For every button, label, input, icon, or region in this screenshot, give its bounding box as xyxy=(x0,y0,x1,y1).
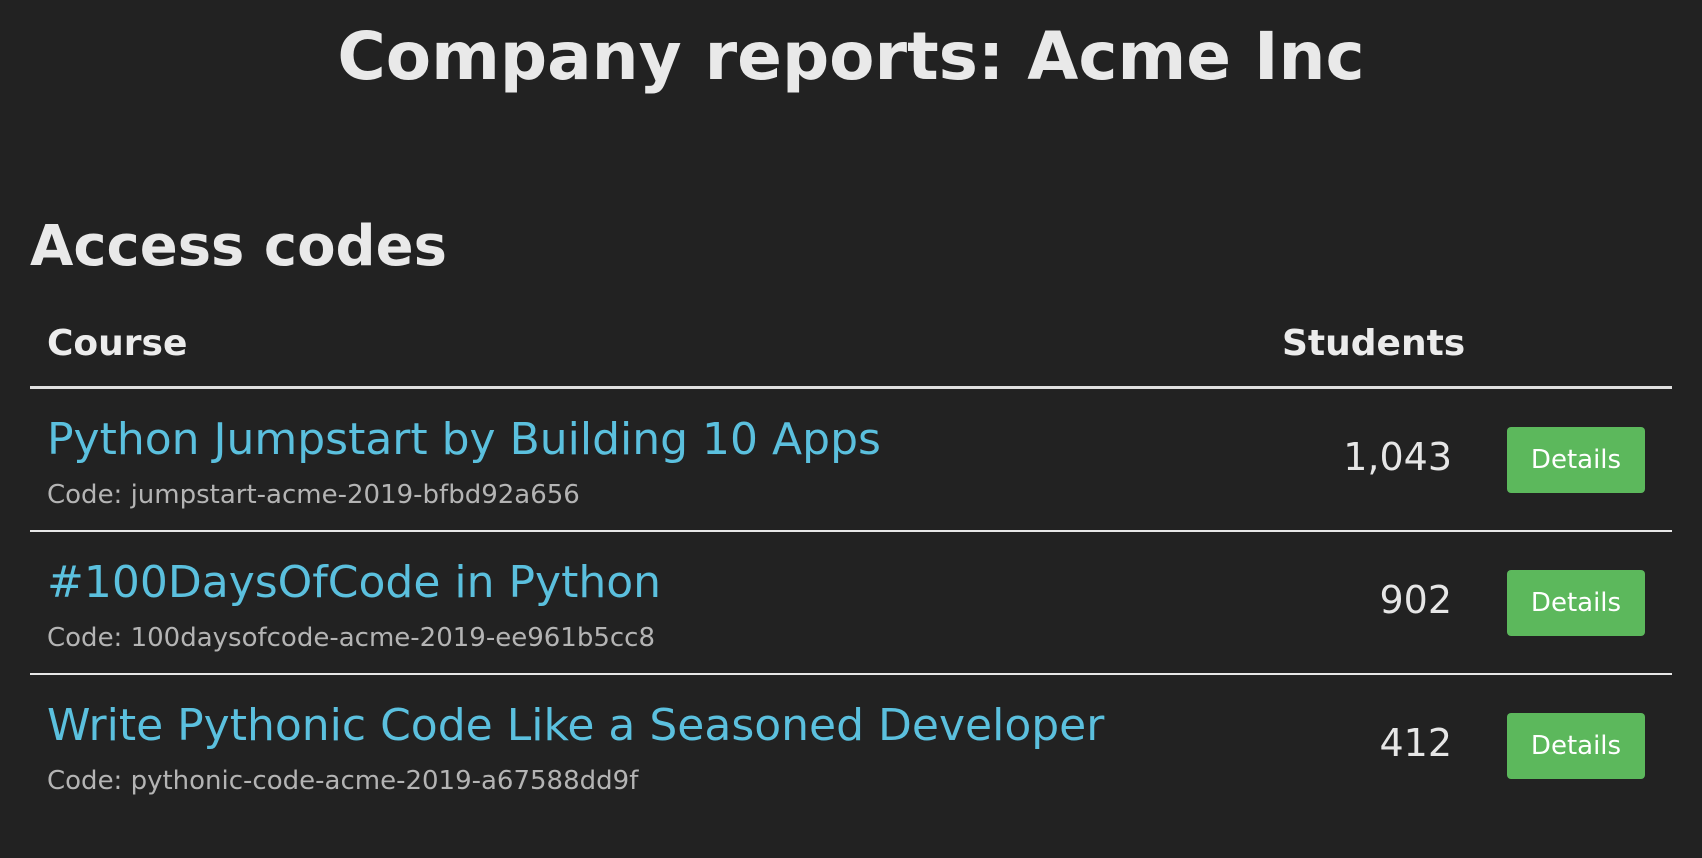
course-column-header: Course xyxy=(47,323,188,364)
students-column-header: Students xyxy=(1282,323,1466,364)
access-code: Code: 100daysofcode-acme-2019-ee961b5cc8 xyxy=(47,623,656,653)
table-row: Write Pythonic Code Like a Seasoned Deve… xyxy=(30,675,1672,816)
access-code: Code: pythonic-code-acme-2019-a67588dd9f xyxy=(47,766,639,796)
table-row: #100DaysOfCode in Python Code: 100daysof… xyxy=(30,532,1672,675)
table-header: Course Students xyxy=(30,312,1672,389)
access-code: Code: jumpstart-acme-2019-bfbd92a656 xyxy=(47,480,580,510)
course-link[interactable]: #100DaysOfCode in Python xyxy=(47,556,661,610)
page-title: Company reports: Acme Inc xyxy=(337,18,1365,95)
details-button[interactable]: Details xyxy=(1507,713,1645,779)
student-count: 902 xyxy=(1379,578,1452,622)
details-button[interactable]: Details xyxy=(1507,570,1645,636)
table-row: Python Jumpstart by Building 10 Apps Cod… xyxy=(30,389,1672,532)
access-codes-table: Course Students Python Jumpstart by Buil… xyxy=(30,312,1672,816)
details-button[interactable]: Details xyxy=(1507,427,1645,493)
course-link[interactable]: Python Jumpstart by Building 10 Apps xyxy=(47,413,881,467)
student-count: 412 xyxy=(1379,721,1452,765)
section-title: Access codes xyxy=(30,214,447,279)
course-link[interactable]: Write Pythonic Code Like a Seasoned Deve… xyxy=(47,699,1104,753)
student-count: 1,043 xyxy=(1343,435,1452,479)
